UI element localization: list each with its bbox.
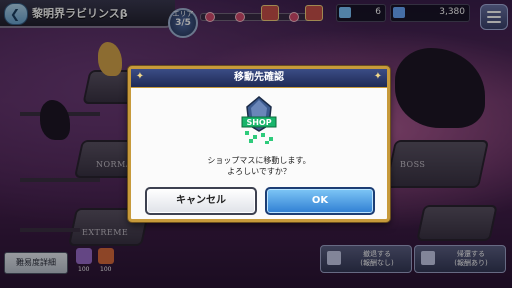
dialog-title-bar: ✦ 移動先確認 ✦ [131, 69, 387, 88]
star-icon: ✦ [373, 71, 383, 82]
dialog-title: 移動先確認 [234, 72, 284, 83]
shop-icon: SHOP [241, 96, 277, 144]
message-line1: ショップマスに移動します。 [207, 156, 311, 165]
ok-button[interactable]: OK [265, 187, 375, 215]
star-icon: ✦ [135, 71, 145, 82]
dialog-message: ショップマスに移動します。 よろしいですか？ [131, 155, 387, 177]
cancel-button[interactable]: キャンセル [145, 187, 257, 215]
move-confirm-dialog: ✦ 移動先確認 ✦ SHOP ショップマスに移動します。 よろしいですか？ キャ… [128, 66, 390, 222]
message-line2: よろしいですか？ [227, 167, 291, 176]
shop-icon-label: SHOP [246, 118, 271, 127]
